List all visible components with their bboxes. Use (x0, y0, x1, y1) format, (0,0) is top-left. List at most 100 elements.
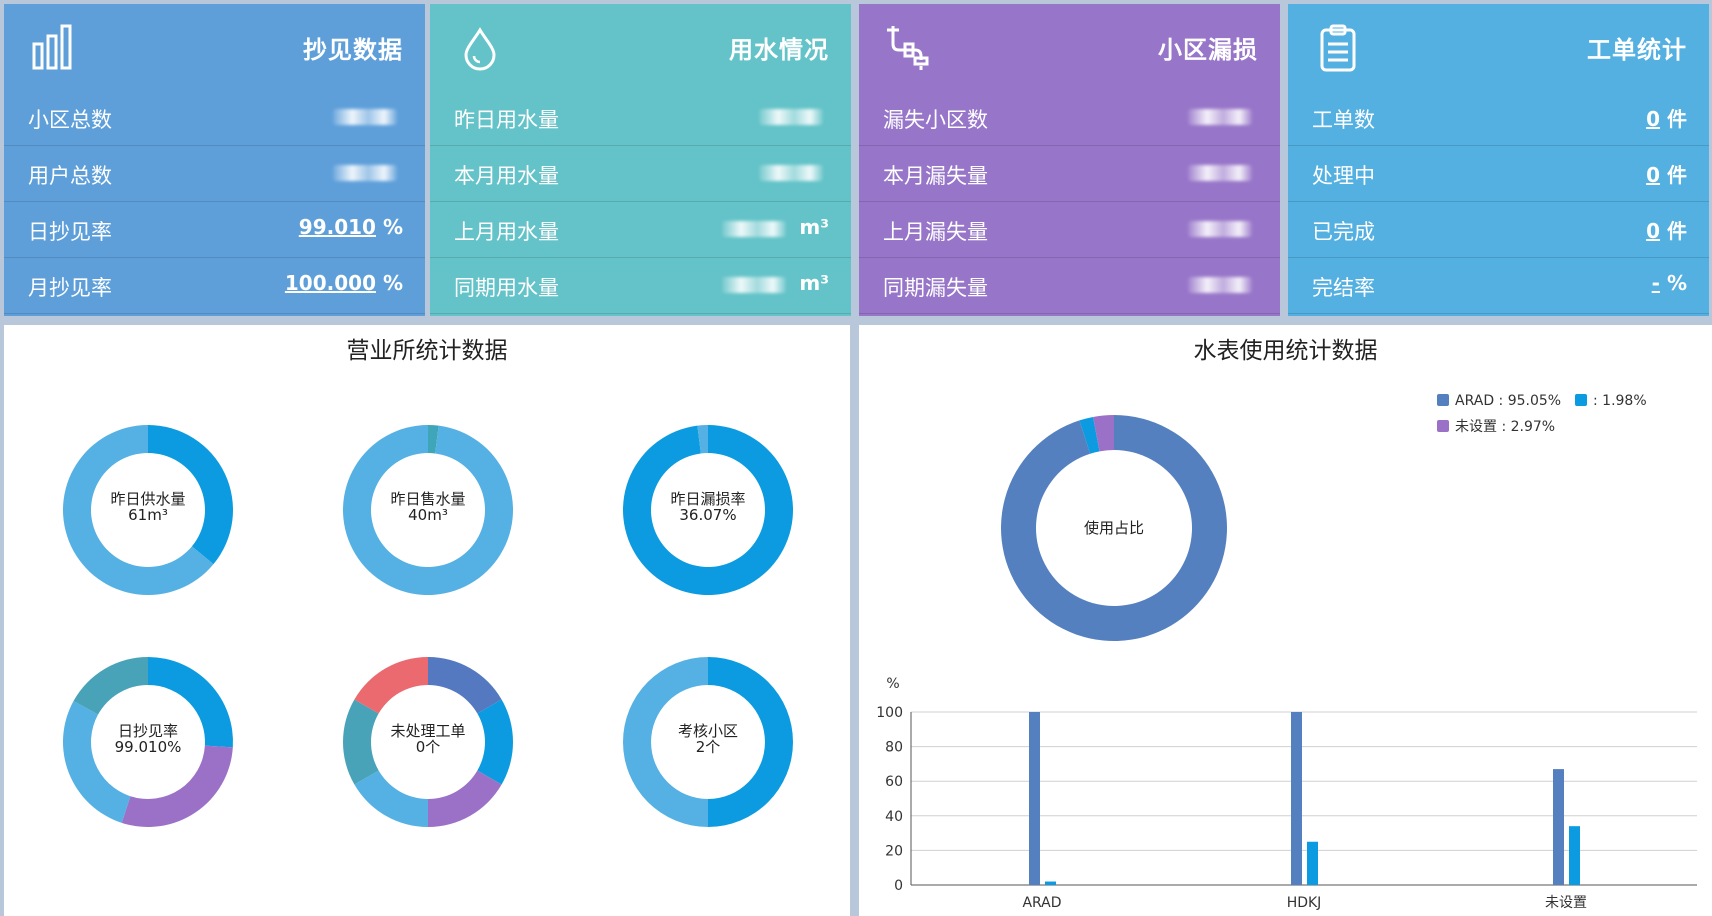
clipboard-icon (1320, 24, 1356, 72)
bar[interactable] (1291, 712, 1302, 885)
stat-number[interactable]: - (1652, 271, 1660, 295)
stat-row: 月抄见率 100.000 % (4, 258, 425, 314)
stat-row: 上月漏失量 (859, 202, 1280, 258)
stat-unit: % (375, 271, 403, 295)
stat-row: 日抄见率 99.010 % (4, 202, 425, 258)
stat-label: 昨日用水量 (454, 108, 559, 132)
card-title: 工单统计 (1587, 36, 1687, 64)
stat-unit: 件 (1660, 219, 1687, 243)
meter-stats-panel: 水表使用统计数据 使用占比 ARAD : 95.05% : 1.98% 未设置 : … (859, 325, 1712, 916)
stat-label: 用户总数 (28, 164, 112, 188)
card-title: 抄见数据 (303, 36, 403, 64)
card-community-leakage: 小区漏损 漏失小区数 本月漏失量 上月漏失量 同期漏失量 (859, 4, 1280, 316)
stat-unit: % (375, 215, 403, 239)
donut-value: 61m³ (128, 506, 168, 524)
stat-unit: 件 (1660, 163, 1687, 187)
stat-label: 月抄见率 (28, 276, 112, 300)
stat-unit: m³ (792, 215, 829, 239)
stat-value[interactable]: 99.010 % (299, 215, 403, 239)
y-tick-label: 20 (885, 843, 903, 859)
bar[interactable] (1029, 712, 1040, 885)
legend-swatch[interactable] (1575, 394, 1587, 406)
redacted-value (759, 164, 823, 181)
stat-value[interactable]: 0 件 (1646, 159, 1687, 188)
stat-row: 小区总数 (4, 90, 425, 146)
stat-label: 本月漏失量 (883, 164, 988, 188)
donut-value: 40m³ (408, 506, 448, 524)
redacted-value (1188, 276, 1252, 293)
office-stats-panel: 营业所统计数据 昨日供水量 61m³ 昨日售水量 40m³ 昨日漏损率 36.07% 日抄见… (4, 325, 850, 916)
stat-value[interactable]: m³ (722, 271, 829, 295)
office-donut-grid: 昨日供水量61m³昨日售水量40m³昨日漏损率36.07%日抄见率99.010%… (62, 425, 793, 828)
stat-number[interactable]: 0 (1646, 107, 1660, 131)
stat-value[interactable] (1188, 159, 1258, 183)
bar[interactable] (1045, 881, 1056, 885)
stat-label: 漏失小区数 (883, 108, 988, 132)
stat-value[interactable] (1188, 271, 1258, 295)
stat-value[interactable] (1188, 215, 1258, 239)
stat-value[interactable]: m³ (722, 215, 829, 239)
stat-value[interactable]: 0 件 (1646, 215, 1687, 244)
office-donut-slice[interactable] (708, 657, 793, 827)
stat-value[interactable] (333, 103, 403, 127)
stat-row: 完结率 - % (1288, 258, 1709, 314)
stat-row: 处理中 0 件 (1288, 146, 1709, 202)
stat-value[interactable]: - % (1652, 271, 1687, 295)
stat-value[interactable] (759, 103, 829, 127)
legend-item[interactable]: : 1.98% (1593, 393, 1647, 409)
office-donut-slice[interactable] (62, 701, 131, 823)
redacted-value (1188, 164, 1252, 181)
redacted-value (722, 276, 787, 293)
donut-value: 36.07% (679, 506, 736, 524)
office-donut-slice[interactable] (121, 745, 233, 828)
stat-label: 已完成 (1312, 220, 1375, 244)
stat-unit: 件 (1660, 107, 1687, 131)
office-donut-slice[interactable] (477, 699, 513, 785)
office-donut-slice[interactable] (428, 770, 502, 828)
stat-number[interactable]: 0 (1646, 163, 1660, 187)
office-donut-slice[interactable] (354, 657, 428, 714)
leaking-pipe-icon (887, 26, 929, 70)
bar-chart-icon (32, 24, 72, 70)
stat-value[interactable]: 0 件 (1646, 103, 1687, 132)
bar[interactable] (1569, 826, 1580, 885)
stat-row: 本月漏失量 (859, 146, 1280, 202)
bar[interactable] (1307, 841, 1318, 885)
x-tick-label: HDKJ (1287, 895, 1322, 911)
stat-label: 小区总数 (28, 108, 112, 132)
donut-value: 2个 (696, 738, 721, 756)
y-tick-label: 60 (885, 774, 903, 790)
pie-center-label: 使用占比 (1084, 519, 1144, 537)
x-tick-label: ARAD (1022, 895, 1061, 911)
stat-unit: % (1659, 271, 1687, 295)
legend-item[interactable]: 未设置 : 2.97% (1455, 419, 1555, 435)
office-donut-slice[interactable] (354, 770, 428, 828)
stat-value[interactable] (333, 159, 403, 183)
stat-label: 上月用水量 (454, 220, 559, 244)
y-axis-label: % (886, 676, 899, 692)
stat-row: 已完成 0 件 (1288, 202, 1709, 258)
bar[interactable] (1553, 769, 1564, 885)
redacted-value (1188, 220, 1252, 237)
legend-item[interactable]: ARAD : 95.05% (1455, 393, 1561, 409)
y-tick-label: 80 (885, 740, 903, 756)
stat-row: 上月用水量 m³ (430, 202, 851, 258)
stat-number[interactable]: 0 (1646, 219, 1660, 243)
redacted-value (1188, 108, 1252, 125)
stat-number[interactable]: 99.010 (299, 215, 376, 239)
office-donut-slice[interactable] (73, 657, 148, 715)
redacted-value (333, 164, 397, 181)
stat-value[interactable]: 100.000 % (285, 271, 403, 295)
stat-value[interactable] (1188, 103, 1258, 127)
stat-value[interactable] (759, 159, 829, 183)
legend-swatch[interactable] (1437, 394, 1449, 406)
x-tick-label: 未设置 (1545, 895, 1587, 911)
office-donut-slice[interactable] (343, 699, 379, 785)
stat-number[interactable]: 100.000 (285, 271, 376, 295)
stat-label: 工单数 (1312, 108, 1375, 132)
redacted-value (333, 108, 397, 125)
legend-swatch[interactable] (1437, 420, 1449, 432)
office-donut-slice[interactable] (428, 657, 502, 714)
stat-unit: m³ (792, 271, 829, 295)
stat-row: 昨日用水量 (430, 90, 851, 146)
